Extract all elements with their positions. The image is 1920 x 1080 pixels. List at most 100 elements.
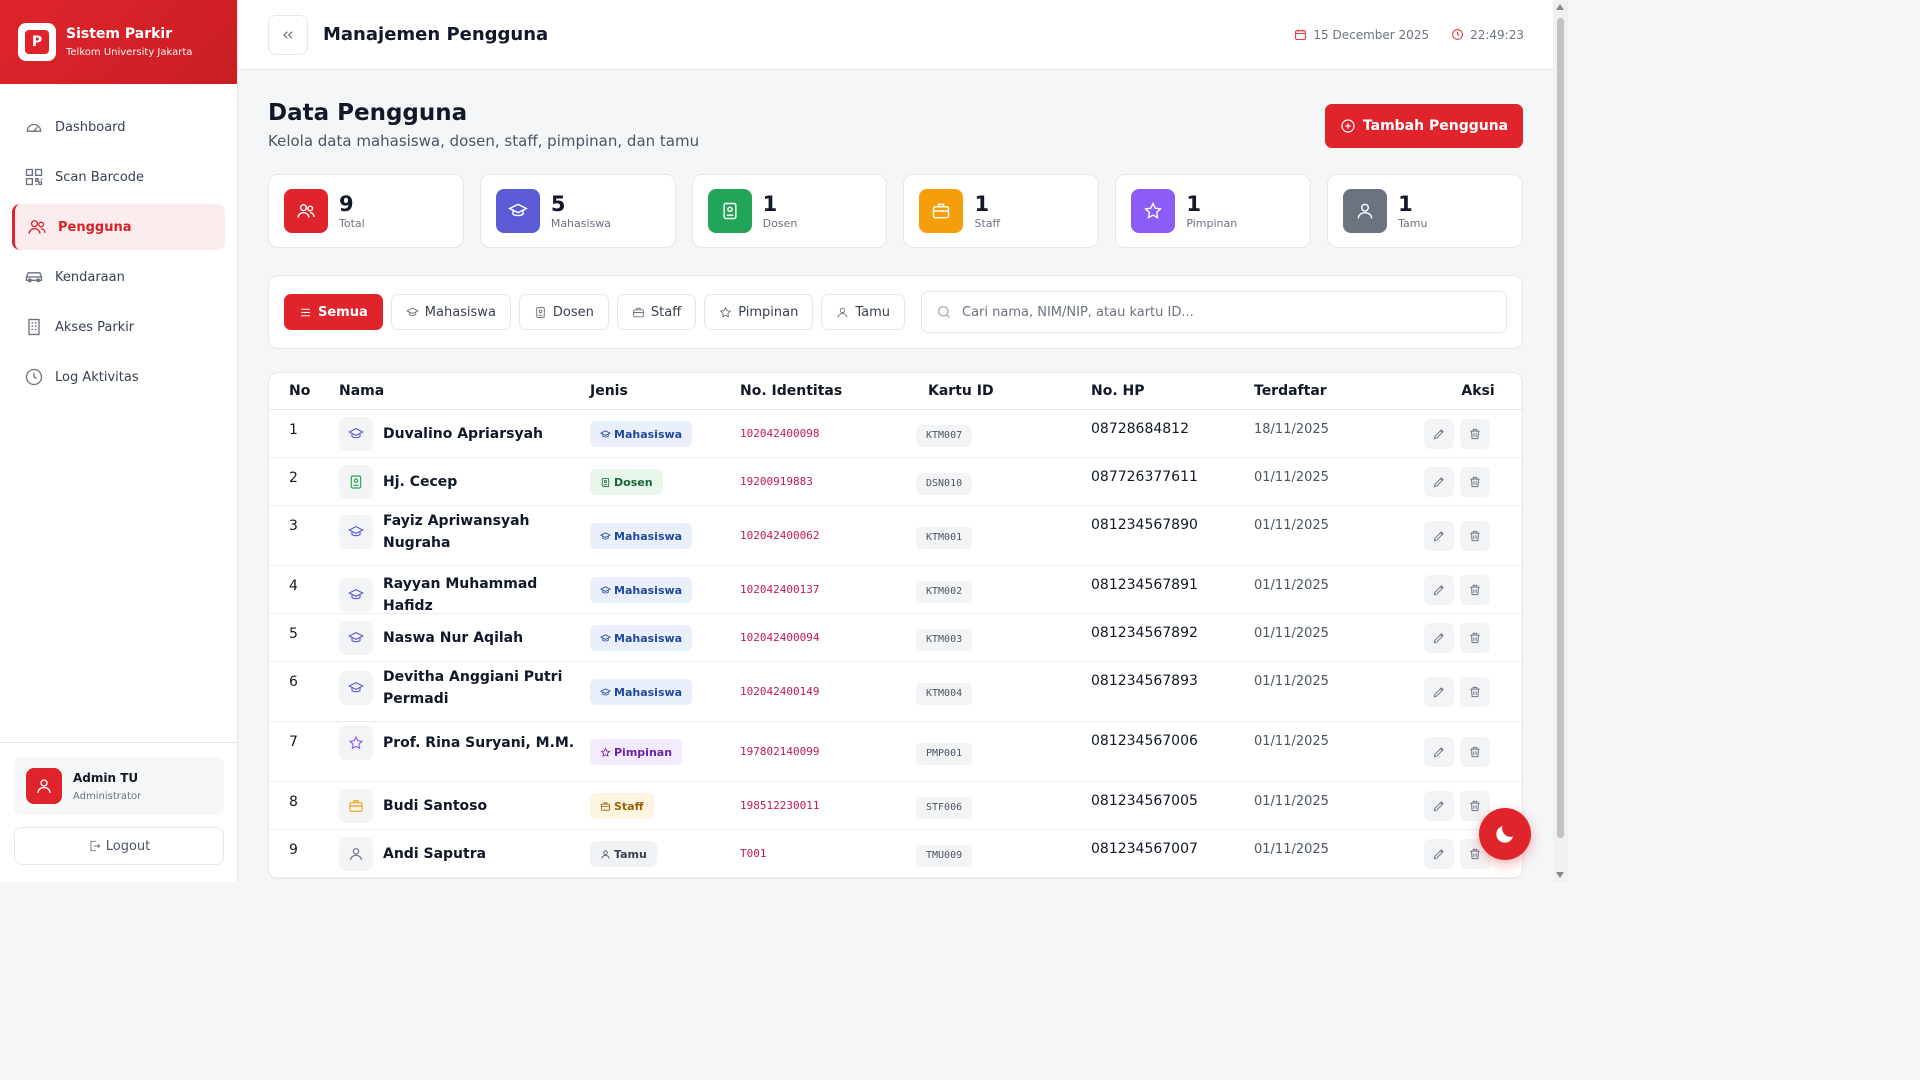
- delete-button[interactable]: [1460, 467, 1490, 497]
- pencil-icon: [1433, 849, 1444, 860]
- page-scrollbar[interactable]: [1553, 0, 1568, 882]
- user-icon: [838, 307, 848, 317]
- badge-label: Mahasiswa: [614, 631, 683, 645]
- star-icon: [719, 306, 732, 318]
- stat-icon-box: [284, 189, 328, 233]
- user-type-icon-box: [339, 726, 373, 760]
- user-type-badge: Pimpinan: [590, 739, 683, 765]
- user-icon: [37, 779, 51, 793]
- cell-identitas: 102042400094: [740, 631, 820, 644]
- badge-label: Mahasiswa: [614, 529, 683, 543]
- table-row: 7 Prof. Rina Suryani, M.M. Pimpinan 1978021…: [269, 722, 1522, 782]
- delete-button[interactable]: [1460, 521, 1490, 551]
- stat-icon-box: [707, 189, 752, 233]
- graduation-cap-icon: [348, 682, 364, 693]
- cell-kartu: KTM003: [916, 614, 1091, 651]
- cell-hp: 081234567893: [1091, 673, 1198, 689]
- badge-label: Mahasiswa: [614, 583, 683, 597]
- avatar: [26, 768, 62, 804]
- page-header-title: Manajemen Pengguna: [323, 24, 549, 45]
- table-row: 6 Devitha Anggiani Putri Permadi Mahasiswa…: [269, 662, 1522, 722]
- clock-icon: [25, 368, 43, 386]
- trash-icon: [1470, 632, 1480, 644]
- col-header-terdaftar: Terdaftar: [1254, 383, 1327, 399]
- cell-no: 4: [289, 578, 298, 594]
- cell-no: 7: [289, 734, 298, 750]
- cell-identitas: 102042400149: [740, 685, 820, 698]
- stat-label: Staff: [974, 216, 1001, 230]
- search-box: [921, 291, 1507, 333]
- trash-icon: [1470, 848, 1480, 860]
- sidebar-item-pengguna[interactable]: Pengguna: [12, 204, 225, 250]
- users-table: No Nama Jenis No. Identitas Kartu ID No.…: [268, 372, 1523, 879]
- card-id-chip: KTM007: [916, 425, 973, 447]
- filter-pimpinan[interactable]: Pimpinan: [704, 294, 814, 330]
- edit-button[interactable]: [1424, 623, 1454, 653]
- edit-button[interactable]: [1424, 737, 1454, 767]
- card-id-chip: KTM003: [916, 629, 973, 651]
- cell-nama: Fayiz Apriwansyah Nugraha: [339, 506, 590, 554]
- filter-mahasiswa[interactable]: Mahasiswa: [390, 294, 511, 330]
- delete-button[interactable]: [1460, 419, 1490, 449]
- logout-button[interactable]: Logout: [14, 827, 224, 865]
- dark-mode-toggle-button[interactable]: [1479, 808, 1531, 860]
- cell-no: 8: [289, 794, 298, 810]
- scrollbar-thumb[interactable]: [1557, 18, 1564, 838]
- user-type-icon-box: [339, 465, 373, 499]
- sidebar-item-log-aktivitas[interactable]: Log Aktivitas: [12, 354, 225, 400]
- stat-card-staff: 1 Staff: [903, 174, 1100, 248]
- delete-button[interactable]: [1460, 737, 1490, 767]
- stat-icon-box: [919, 189, 964, 233]
- sidebar-item-scan-barcode[interactable]: Scan Barcode: [12, 154, 225, 200]
- cell-nama: Hj. Cecep: [339, 458, 590, 499]
- filter-staff[interactable]: Staff: [616, 294, 697, 330]
- col-header-aksi: Aksi: [1461, 383, 1495, 399]
- star-icon: [1144, 201, 1163, 219]
- sidebar-item-kendaraan[interactable]: Kendaraan: [12, 254, 225, 300]
- id-badge-icon: [536, 306, 545, 318]
- header-date: 15 December 2025: [1294, 28, 1429, 42]
- sidebar-item-dashboard[interactable]: Dashboard: [12, 104, 225, 150]
- cell-aksi: [1404, 614, 1522, 653]
- stat-label: Total: [339, 216, 365, 230]
- edit-button[interactable]: [1424, 521, 1454, 551]
- user-type-icon-box: [339, 417, 373, 451]
- edit-button[interactable]: [1424, 575, 1454, 605]
- moon-icon: [1496, 826, 1513, 843]
- edit-button[interactable]: [1424, 419, 1454, 449]
- id-badge-icon: [723, 202, 737, 220]
- filter-dosen[interactable]: Dosen: [518, 294, 609, 330]
- cell-hp: 081234567892: [1091, 625, 1198, 641]
- scroll-up-arrow-icon[interactable]: [1556, 4, 1564, 10]
- briefcase-icon: [349, 800, 363, 812]
- stat-card-dosen: 1 Dosen: [691, 174, 888, 248]
- filter-bar: Semua Mahasiswa Dosen Staff Pimpinan Tam…: [268, 275, 1523, 349]
- cell-terdaftar: 01/11/2025: [1254, 794, 1329, 809]
- cell-hp: 081234567007: [1091, 841, 1198, 857]
- delete-button[interactable]: [1460, 623, 1490, 653]
- search-input[interactable]: [962, 304, 1492, 320]
- sidebar-item-akses-parkir[interactable]: Akses Parkir: [12, 304, 225, 350]
- filter-semua[interactable]: Semua: [284, 294, 383, 330]
- delete-button[interactable]: [1460, 677, 1490, 707]
- collapse-sidebar-button[interactable]: [268, 14, 308, 55]
- cell-jenis: Mahasiswa: [590, 662, 740, 705]
- list-icon: [301, 308, 310, 316]
- edit-button[interactable]: [1424, 791, 1454, 821]
- delete-button[interactable]: [1460, 575, 1490, 605]
- filter-tamu[interactable]: Tamu: [821, 294, 905, 330]
- add-user-button[interactable]: Tambah Pengguna: [1325, 104, 1523, 148]
- edit-button[interactable]: [1424, 839, 1454, 869]
- col-header-no: No: [289, 383, 311, 399]
- scroll-down-arrow-icon[interactable]: [1556, 872, 1564, 878]
- stat-value: 1: [762, 191, 778, 216]
- sidebar-nav: Dashboard Scan Barcode Pengguna Kendaraa…: [0, 84, 237, 400]
- cell-no: 3: [289, 518, 298, 534]
- edit-button[interactable]: [1424, 467, 1454, 497]
- id-badge-icon: [350, 475, 362, 489]
- edit-button[interactable]: [1424, 677, 1454, 707]
- user-type-badge: Mahasiswa: [590, 421, 693, 447]
- cell-kartu: KTM004: [916, 662, 1091, 705]
- cell-identitas: 198512230011: [740, 799, 820, 812]
- stat-card-pimpinan: 1 Pimpinan: [1115, 174, 1312, 248]
